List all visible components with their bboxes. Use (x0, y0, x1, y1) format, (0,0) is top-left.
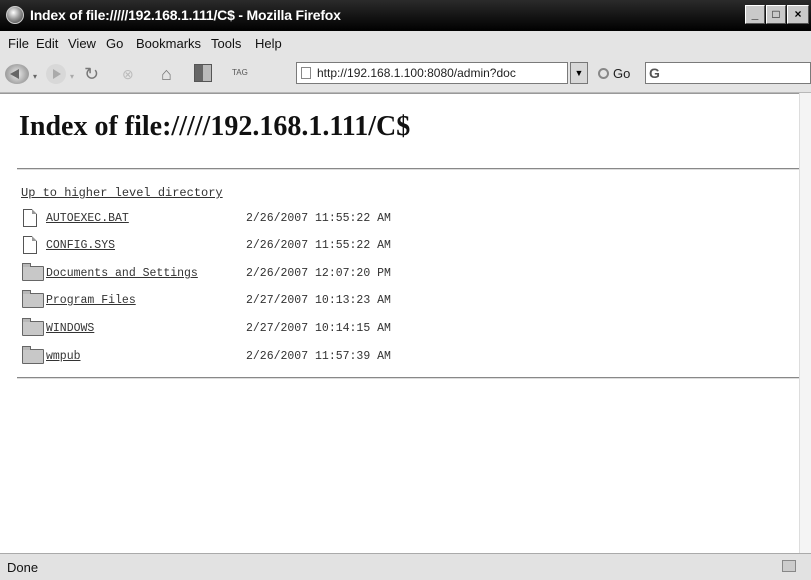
list-item: CONFIG.SYS 2/26/2007 11:55:22 AM (22, 236, 542, 256)
close-button[interactable]: × (787, 5, 809, 24)
forward-history-dropdown-icon[interactable]: ▾ (70, 72, 76, 81)
tag-icon: TAG (232, 68, 248, 77)
entry-link[interactable]: AUTOEXEC.BAT (46, 212, 129, 225)
list-item: Documents and Settings 2/26/2007 12:07:2… (22, 263, 542, 284)
entry-link[interactable]: wmpub (46, 350, 81, 363)
page-icon (301, 67, 311, 79)
entry-date: 2/27/2007 10:14:15 AM (246, 322, 391, 335)
extension-button[interactable] (194, 64, 212, 82)
reload-button[interactable]: ↻ (84, 64, 104, 84)
stop-icon: ⊗ (122, 66, 134, 82)
top-divider (17, 168, 811, 170)
home-icon: ⌂ (161, 64, 172, 84)
folder-icon (22, 318, 44, 336)
page-title: Index of file://///192.168.1.111/C$ (19, 111, 411, 142)
file-icon (23, 236, 37, 254)
folder-icon (22, 290, 44, 308)
navigation-toolbar: ▾ ▾ ↻ ⊗ ⌂ TAG http://192.168.1.100:8080/… (0, 56, 811, 93)
menu-bookmarks[interactable]: Bookmarks (136, 36, 201, 51)
back-arrow-icon (10, 69, 19, 79)
entry-date: 2/26/2007 11:57:39 AM (246, 350, 391, 363)
list-item: WINDOWS 2/27/2007 10:14:15 AM (22, 318, 542, 339)
back-history-dropdown-icon[interactable]: ▾ (33, 72, 39, 81)
status-text: Done (7, 560, 39, 575)
page-content: Index of file://///192.168.1.111/C$ Up t… (0, 93, 811, 553)
menu-edit[interactable]: Edit (36, 36, 58, 51)
menu-bar: File Edit View Go Bookmarks Tools Help (0, 31, 811, 57)
window-title: Index of file://///192.168.1.111/C$ - Mo… (30, 7, 341, 23)
search-input[interactable]: G (645, 62, 811, 84)
entry-date: 2/27/2007 10:13:23 AM (246, 294, 391, 307)
browser-window: Index of file://///192.168.1.111/C$ - Mo… (0, 0, 811, 580)
stop-button[interactable]: ⊗ (122, 64, 142, 84)
forward-button[interactable] (46, 64, 66, 84)
title-bar: Index of file://///192.168.1.111/C$ - Mo… (0, 0, 811, 31)
menu-tools[interactable]: Tools (211, 36, 241, 51)
entry-link[interactable]: Program Files (46, 294, 136, 307)
menu-go[interactable]: Go (106, 36, 123, 51)
go-button[interactable]: Go (598, 66, 630, 81)
menu-help[interactable]: Help (255, 36, 282, 51)
url-text[interactable]: http://192.168.1.100:8080/admin?doc (317, 66, 516, 80)
folder-icon (22, 263, 44, 281)
url-history-dropdown[interactable]: ▼ (570, 62, 588, 84)
entry-date: 2/26/2007 12:07:20 PM (246, 267, 391, 280)
go-icon (598, 68, 609, 79)
security-status-icon[interactable] (782, 560, 796, 572)
go-label: Go (613, 66, 631, 81)
scrollbar-track[interactable] (799, 93, 811, 553)
folder-icon (22, 346, 44, 364)
entry-date: 2/26/2007 11:55:22 AM (246, 212, 391, 225)
firefox-logo-icon (6, 6, 24, 24)
maximize-button[interactable]: □ (766, 5, 786, 24)
menu-file[interactable]: File (8, 36, 29, 51)
home-button[interactable]: ⌂ (161, 64, 181, 84)
list-item: Program Files 2/27/2007 10:13:23 AM (22, 290, 542, 311)
entry-link[interactable]: CONFIG.SYS (46, 239, 115, 252)
reload-icon: ↻ (84, 64, 100, 84)
list-item: wmpub 2/26/2007 11:57:39 AM (22, 346, 542, 367)
minimize-button[interactable]: _ (745, 5, 765, 24)
bottom-divider (17, 377, 811, 379)
list-item: AUTOEXEC.BAT 2/26/2007 11:55:22 AM (22, 209, 542, 229)
forward-arrow-icon (53, 69, 61, 79)
entry-link[interactable]: WINDOWS (46, 322, 94, 335)
url-bar[interactable]: http://192.168.1.100:8080/admin?doc (296, 62, 568, 84)
search-engine-icon[interactable]: G (649, 65, 660, 81)
entry-link[interactable]: Documents and Settings (46, 267, 198, 280)
back-button[interactable] (5, 64, 29, 84)
entry-date: 2/26/2007 11:55:22 AM (246, 239, 391, 252)
file-icon (23, 209, 37, 227)
status-bar: Done (0, 553, 811, 580)
chevron-down-icon: ▼ (574, 68, 584, 78)
up-directory-link[interactable]: Up to higher level directory (21, 186, 223, 200)
tag-button[interactable]: TAG (232, 68, 252, 88)
menu-view[interactable]: View (68, 36, 96, 51)
